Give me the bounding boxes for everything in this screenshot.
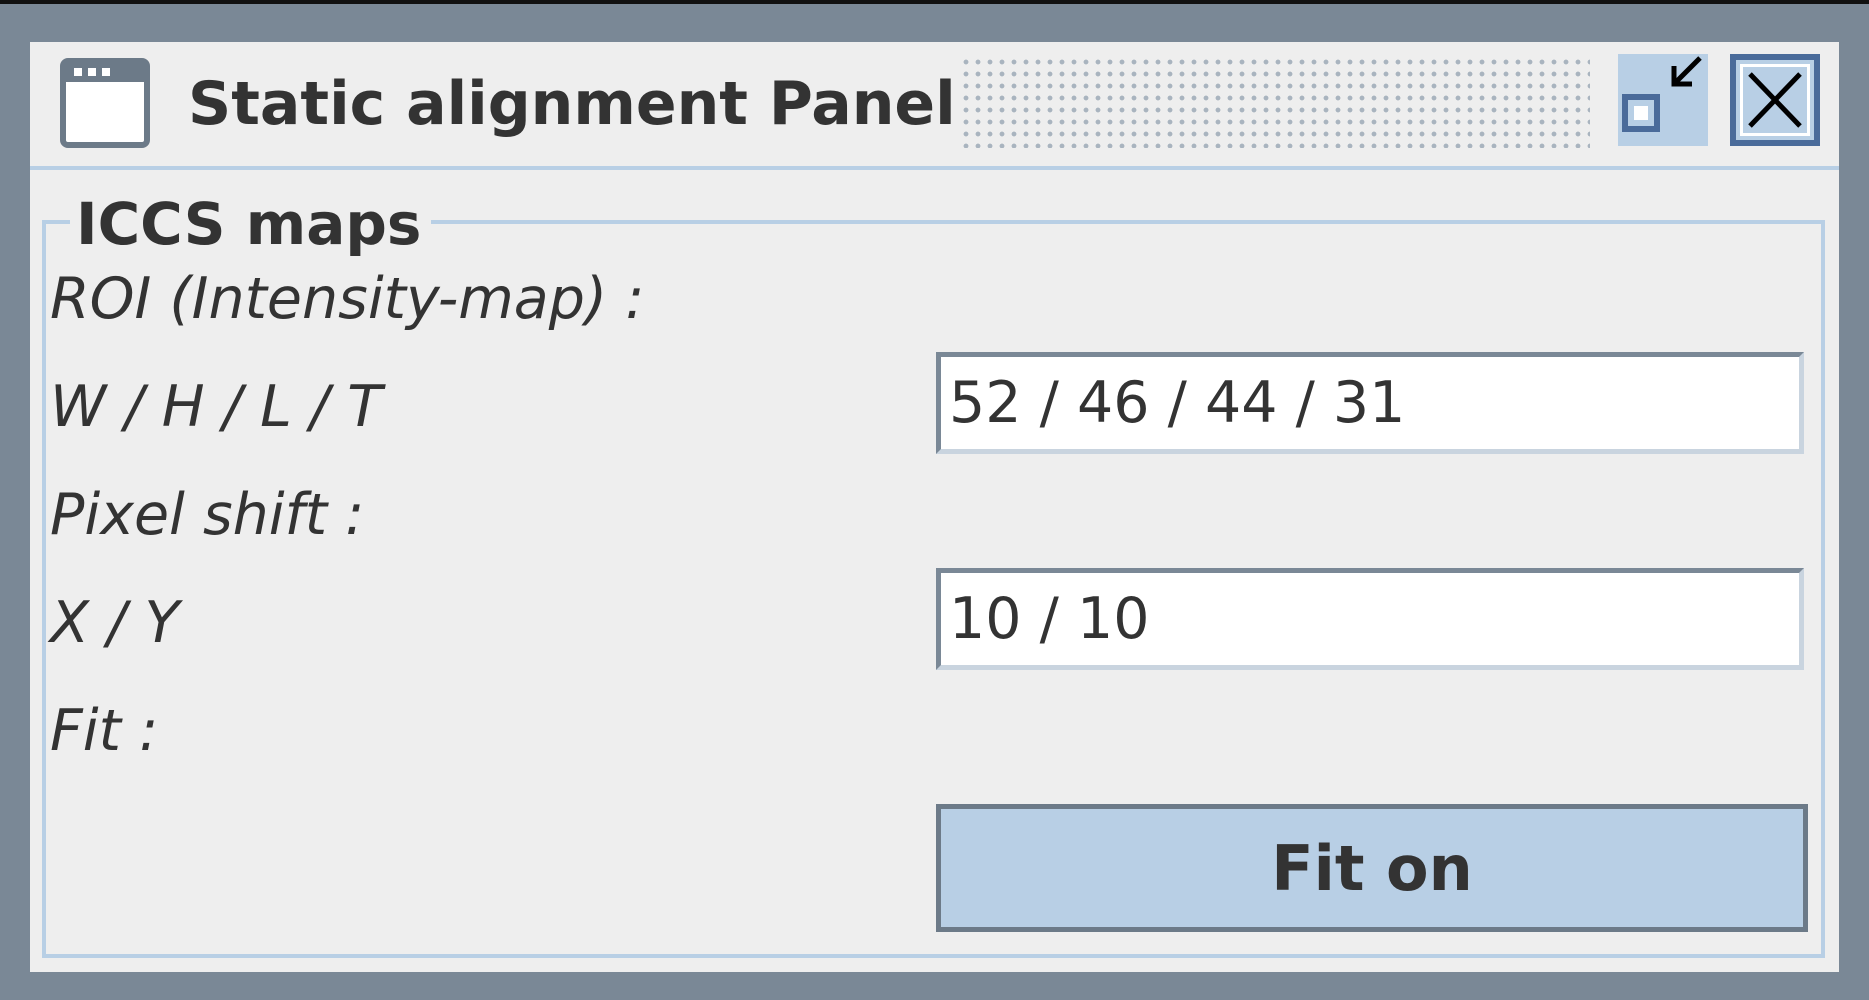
- window-icon: [60, 58, 150, 148]
- group-title: ICCS maps: [70, 182, 432, 266]
- close-button[interactable]: [1730, 54, 1820, 146]
- pixel-shift-xy-input[interactable]: [936, 568, 1804, 670]
- pixel-shift-heading: Pixel shift :: [50, 482, 365, 548]
- window-title: Static alignment Panel: [188, 69, 956, 139]
- xy-label: X / Y: [50, 590, 180, 656]
- roi-whlt-input[interactable]: [936, 352, 1804, 454]
- restore-button[interactable]: [1618, 54, 1708, 146]
- window-frame: Static alignment Panel ICCS maps ROI (In…: [0, 0, 1869, 1000]
- roi-heading: ROI (Intensity-map) :: [50, 266, 645, 332]
- arrow-icon: [1671, 56, 1702, 87]
- title-bar-grip[interactable]: [960, 56, 1590, 148]
- static-alignment-window: Static alignment Panel ICCS maps ROI (In…: [30, 42, 1839, 972]
- fit-on-button[interactable]: Fit on: [936, 804, 1808, 932]
- whlt-label: W / H / L / T: [50, 374, 383, 440]
- fit-label: Fit :: [50, 698, 159, 764]
- title-bar[interactable]: Static alignment Panel: [30, 42, 1839, 170]
- fit-on-button-label: Fit on: [1271, 831, 1473, 905]
- restore-down-icon: [1622, 94, 1660, 132]
- close-icon: [1748, 72, 1802, 128]
